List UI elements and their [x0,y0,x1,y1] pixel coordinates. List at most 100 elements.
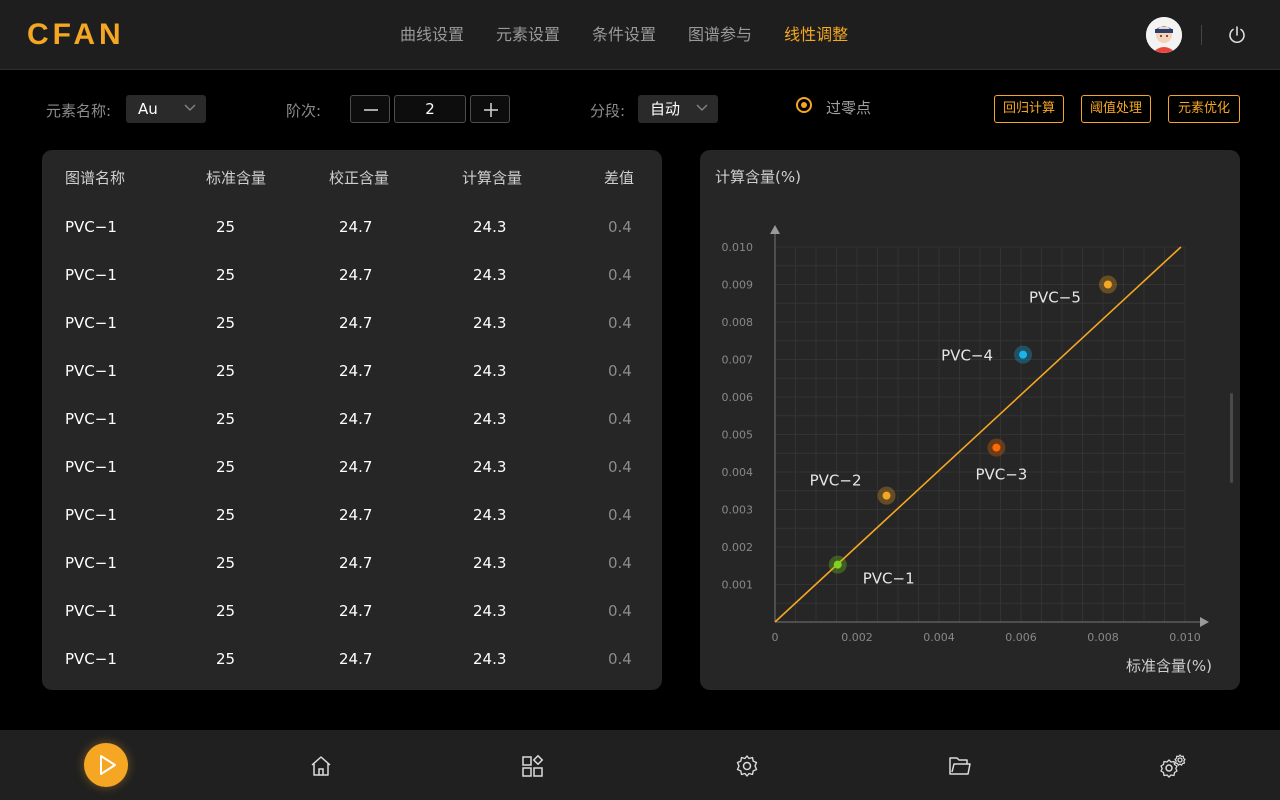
col-header-difference: 差值 [604,169,635,187]
table-row[interactable]: PVC−1 25 24.7 24.3 0.4 [42,299,662,347]
x-tick-label: 0.008 [1087,631,1119,644]
cell-spectrum-name: PVC−1 [65,458,117,476]
nav-spectrum-participation[interactable]: 图谱参与 [688,0,752,70]
cell-standard-content: 25 [216,602,236,620]
table-row[interactable]: PVC−1 25 24.7 24.3 0.4 [42,491,662,539]
segment-select-value: 自动 [650,100,681,118]
cell-difference: 0.4 [608,506,632,524]
element-select[interactable]: Au [126,95,206,123]
chart-scrollbar[interactable] [1230,393,1233,483]
y-tick-label: 0.004 [722,466,754,479]
data-point-label: PVC−5 [1029,289,1081,307]
table-row[interactable]: PVC−1 25 24.7 24.3 0.4 [42,347,662,395]
cell-calculated-content: 24.3 [473,506,507,524]
minus-icon [364,109,378,111]
cell-spectrum-name: PVC−1 [65,554,117,572]
apps-icon[interactable] [520,753,546,779]
cell-calculated-content: 24.3 [473,650,507,668]
nav-linear-adjustment[interactable]: 线性调整 [784,0,848,70]
threshold-button[interactable]: 阈值处理 [1081,95,1151,123]
cell-difference: 0.4 [608,362,632,380]
data-point [1103,280,1112,289]
zero-crossing-radio[interactable] [796,97,812,113]
y-tick-label: 0.006 [722,391,754,404]
cell-standard-content: 25 [216,554,236,572]
table-row[interactable]: PVC−1 25 24.7 24.3 0.4 [42,251,662,299]
cell-corrected-content: 24.7 [339,458,373,476]
order-label: 阶次: [286,102,322,120]
cell-standard-content: 25 [216,458,236,476]
folder-icon[interactable] [947,753,973,779]
cell-standard-content: 25 [216,314,236,332]
nav-condition-settings[interactable]: 条件设置 [592,0,656,70]
order-value-field[interactable]: 2 [394,95,466,123]
settings-icon[interactable] [734,753,760,779]
regression-button[interactable]: 回归计算 [994,95,1064,123]
table-row[interactable]: PVC−1 25 24.7 24.3 0.4 [42,539,662,587]
play-button[interactable] [84,743,128,787]
cell-difference: 0.4 [608,458,632,476]
cell-difference: 0.4 [608,314,632,332]
data-point-label: PVC−1 [863,570,915,588]
cell-spectrum-name: PVC−1 [65,314,117,332]
cell-difference: 0.4 [608,218,632,236]
cell-standard-content: 25 [216,506,236,524]
advanced-settings-icon[interactable] [1158,752,1188,780]
x-tick-label: 0.010 [1169,631,1201,644]
table-row[interactable]: PVC−1 25 24.7 24.3 0.4 [42,443,662,491]
segment-select[interactable]: 自动 [638,95,718,123]
cell-calculated-content: 24.3 [473,410,507,428]
cell-calculated-content: 24.3 [473,458,507,476]
element-name-label: 元素名称: [46,102,112,120]
cell-corrected-content: 24.7 [339,218,373,236]
table-row[interactable]: PVC−1 25 24.7 24.3 0.4 [42,635,662,683]
cell-standard-content: 25 [216,650,236,668]
cell-calculated-content: 24.3 [473,266,507,284]
chevron-down-icon [696,104,708,111]
decrement-button[interactable] [350,95,390,123]
bottom-toolbar [0,730,1280,800]
increment-button[interactable] [470,95,510,123]
y-tick-label: 0.001 [722,579,754,592]
data-point-label: PVC−3 [975,466,1027,484]
nav-element-settings[interactable]: 元素设置 [496,0,560,70]
home-icon[interactable] [308,753,334,779]
table-row[interactable]: PVC−1 25 24.7 24.3 0.4 [42,587,662,635]
table-row[interactable]: PVC−1 25 24.7 24.3 0.4 [42,203,662,251]
data-point [833,560,842,569]
cell-spectrum-name: PVC−1 [65,362,117,380]
cell-calculated-content: 24.3 [473,554,507,572]
cell-corrected-content: 24.7 [339,266,373,284]
cell-corrected-content: 24.7 [339,602,373,620]
user-avatar[interactable] [1146,17,1182,53]
y-axis-title: 计算含量(%) [715,168,801,186]
cell-calculated-content: 24.3 [473,314,507,332]
cell-corrected-content: 24.7 [339,314,373,332]
scatter-chart: 0 0.002 0.004 0.006 0.008 0.010 0.001 0.002 0.00… [715,168,1212,675]
col-header-calculated-content: 计算含量 [462,169,523,187]
cell-spectrum-name: PVC−1 [65,218,117,236]
segment-label: 分段: [590,102,626,120]
y-tick-label: 0.008 [722,316,754,329]
cell-spectrum-name: PVC−1 [65,410,117,428]
plus-icon [484,103,498,117]
cell-difference: 0.4 [608,650,632,668]
y-tick-label: 0.005 [722,429,754,442]
x-tick-label: 0.002 [841,631,873,644]
element-select-value: Au [138,100,158,118]
power-icon[interactable] [1226,24,1248,46]
cfan-logo: CFAN [27,18,125,51]
data-point-label: PVC−2 [810,472,862,490]
y-tick-label: 0.007 [722,354,754,367]
element-optimize-button[interactable]: 元素优化 [1168,95,1240,123]
header-divider [1201,25,1202,45]
cell-corrected-content: 24.7 [339,650,373,668]
x-tick-label: 0 [772,631,779,644]
cell-spectrum-name: PVC−1 [65,650,117,668]
cell-standard-content: 25 [216,410,236,428]
nav-curve-settings[interactable]: 曲线设置 [400,0,464,70]
main-nav: 曲线设置 元素设置 条件设置 图谱参与 线性调整 [400,0,880,70]
x-tick-label: 0.004 [923,631,955,644]
col-header-spectrum-name: 图谱名称 [65,169,126,187]
table-row[interactable]: PVC−1 25 24.7 24.3 0.4 [42,395,662,443]
